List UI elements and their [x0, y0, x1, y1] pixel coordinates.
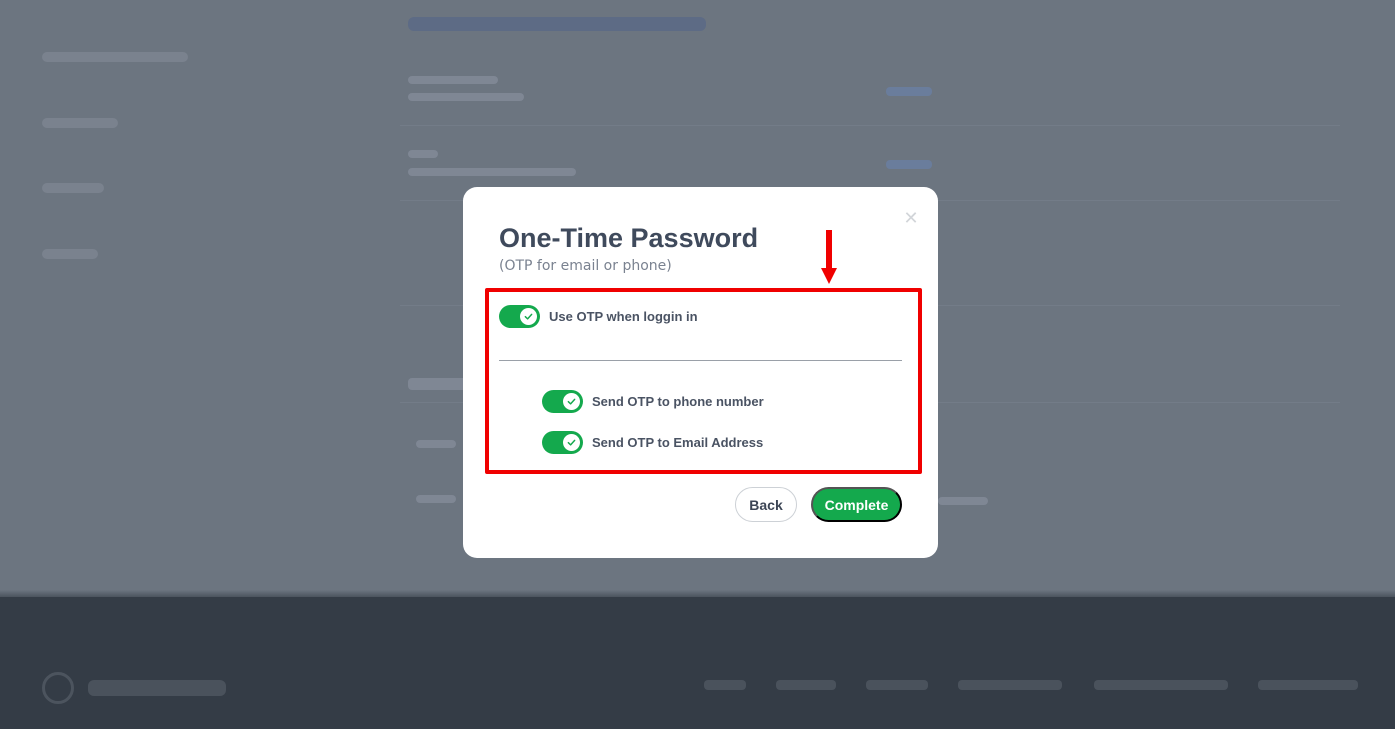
footer-link: [704, 680, 746, 690]
check-icon: [567, 398, 576, 405]
back-button[interactable]: Back: [735, 487, 797, 522]
bg-sidebar-item: [42, 249, 98, 259]
footer-link: [866, 680, 928, 690]
footer-link: [958, 680, 1062, 690]
bg-text-line: [408, 150, 438, 158]
annotation-arrow-icon: [821, 230, 837, 284]
bg-sidebar-item: [42, 183, 104, 193]
check-icon: [567, 439, 576, 446]
use-otp-label: Use OTP when loggin in: [549, 309, 698, 324]
footer: [0, 597, 1395, 729]
complete-button[interactable]: Complete: [811, 487, 902, 522]
send-otp-email-label: Send OTP to Email Address: [592, 435, 764, 450]
bg-sidebar-item: [42, 52, 188, 62]
check-icon: [524, 313, 533, 320]
footer-link: [1258, 680, 1358, 690]
bg-text-line: [416, 440, 456, 448]
footer-link: [776, 680, 836, 690]
footer-logo: [88, 680, 226, 696]
bg-sidebar-item: [42, 118, 118, 128]
bg-text-line: [938, 497, 988, 505]
modal-title: One-Time Password: [499, 223, 759, 253]
use-otp-toggle[interactable]: [499, 305, 540, 328]
otp-modal: ✕ One-Time Password (OTP for email or ph…: [463, 187, 938, 558]
close-icon[interactable]: ✕: [903, 210, 919, 228]
toggle-knob: [520, 308, 537, 325]
bg-text-line: [408, 76, 498, 84]
bg-text-line: [408, 93, 524, 101]
bg-text-line: [408, 168, 576, 176]
bg-text-line: [416, 495, 456, 503]
footer-link: [1094, 680, 1228, 690]
send-otp-phone-label: Send OTP to phone number: [592, 394, 764, 409]
modal-divider: [499, 360, 902, 361]
bg-divider: [400, 125, 1340, 126]
bg-link: [886, 87, 932, 96]
bg-text-line: [408, 378, 468, 390]
bg-section-heading: [408, 17, 706, 31]
toggle-knob: [563, 434, 580, 451]
send-otp-email-toggle[interactable]: [542, 431, 583, 454]
send-otp-phone-toggle[interactable]: [542, 390, 583, 413]
bg-link: [886, 160, 932, 169]
footer-logo-icon: [42, 672, 74, 704]
modal-subtitle: (OTP for email or phone): [499, 258, 672, 274]
toggle-knob: [563, 393, 580, 410]
